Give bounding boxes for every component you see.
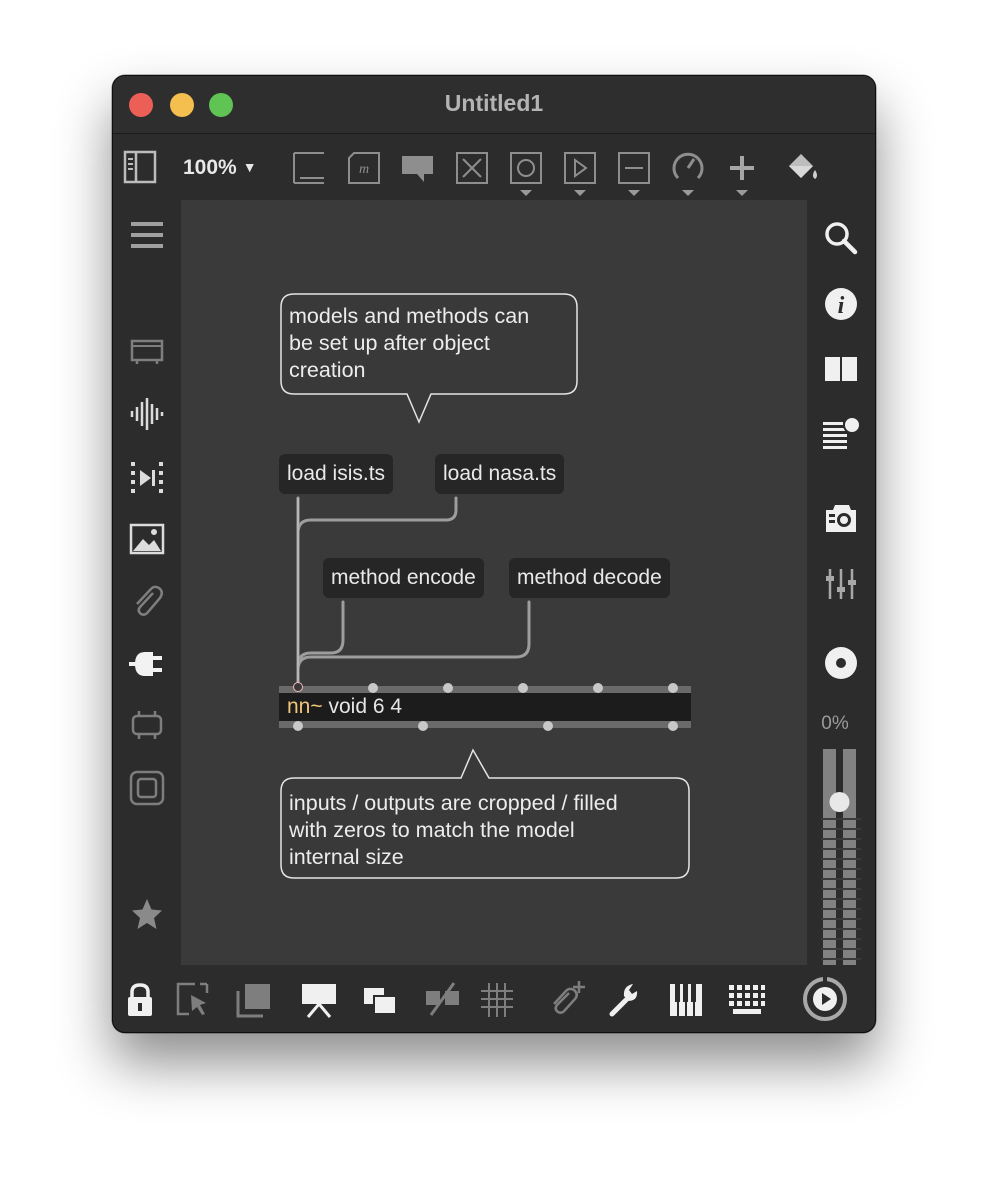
inlet-port[interactable] [668, 683, 678, 693]
add-icon[interactable] [724, 150, 760, 198]
comment-bottom-line-3: internal size [289, 845, 404, 869]
grid-icon[interactable] [479, 981, 515, 1019]
clip-icon[interactable] [129, 584, 165, 620]
inlet-port[interactable] [518, 683, 528, 693]
title-bar: Untitled1 [113, 76, 875, 134]
mixer-icon[interactable] [823, 566, 859, 602]
output-level-meter[interactable] [821, 749, 861, 965]
inlet-port[interactable] [593, 683, 603, 693]
svg-text:i: i [838, 293, 845, 319]
window-title: Untitled1 [444, 90, 544, 116]
play-icon[interactable] [562, 150, 598, 198]
object-icon[interactable] [454, 150, 490, 186]
keyboard-icon[interactable] [727, 981, 767, 1019]
plugin-icon[interactable] [127, 644, 167, 684]
sidebar-toggle-icon[interactable] [123, 150, 157, 184]
outlet-port[interactable] [418, 721, 428, 731]
message-load-isis[interactable]: load isis.ts [279, 454, 394, 494]
comment-top: models and methods can be set up after o… [289, 303, 529, 384]
dsp-icon[interactable] [823, 645, 859, 681]
audio-on-icon[interactable] [801, 975, 849, 1023]
comment-bottom-line-2: with zeros to match the model [289, 818, 575, 842]
gain-slider-knob[interactable] [829, 792, 850, 812]
toolbar: 100% ▼ m [113, 134, 875, 200]
patcher-window: Untitled1 100% ▼ m models and methods ca… [112, 75, 876, 1033]
outlet-port[interactable] [293, 721, 303, 731]
inlet-bar [279, 686, 691, 693]
svg-text:m: m [359, 162, 369, 177]
presentation-icon[interactable] [291, 150, 327, 186]
device-icon[interactable] [129, 708, 165, 742]
level-label: 0% [821, 713, 849, 734]
layers-icon[interactable] [235, 981, 273, 1019]
message-method-decode[interactable]: method decode [509, 558, 670, 598]
frame-icon[interactable] [129, 770, 165, 806]
snapshot-icon[interactable] [823, 500, 859, 536]
favorites-icon[interactable] [129, 896, 165, 932]
object-args: void 6 4 [328, 695, 403, 718]
reference-icon[interactable] [823, 352, 859, 386]
comment-icon[interactable] [400, 152, 436, 186]
comment-top-line-3: creation [289, 358, 366, 382]
message-icon[interactable]: m [346, 150, 382, 186]
audio-icon[interactable] [129, 396, 165, 432]
outlet-bar [279, 721, 691, 728]
select-icon[interactable] [175, 981, 213, 1019]
search-icon[interactable] [823, 220, 859, 256]
image-icon[interactable] [129, 522, 165, 558]
object-text: nn~ void 6 4 [287, 695, 402, 719]
inlet-port[interactable] [443, 683, 453, 693]
number-icon[interactable] [616, 150, 652, 198]
dial-icon[interactable] [670, 150, 706, 198]
attach-icon[interactable] [547, 979, 587, 1019]
menu-icon[interactable] [129, 218, 165, 252]
nn-object[interactable]: nn~ void 6 4 [279, 682, 691, 731]
browser-icon[interactable] [129, 336, 165, 366]
inlet-port[interactable] [293, 682, 303, 692]
outlet-port[interactable] [668, 721, 678, 731]
right-sidebar: i 0% [807, 200, 875, 965]
lock-icon[interactable] [123, 981, 157, 1019]
zoom-label: 100% [183, 156, 237, 179]
bottom-toolbar [113, 965, 875, 1032]
wrench-icon[interactable] [607, 981, 645, 1019]
object-name: nn~ [287, 695, 323, 718]
toggle-icon[interactable] [508, 150, 544, 198]
message-load-nasa[interactable]: load nasa.ts [435, 454, 565, 494]
comment-bottom: inputs / outputs are cropped / filled wi… [289, 790, 618, 871]
video-icon[interactable] [129, 460, 165, 496]
patch-cords-hidden-icon[interactable] [423, 981, 463, 1019]
outlet-port[interactable] [543, 721, 553, 731]
windows-icon[interactable] [361, 981, 401, 1019]
zoom-menu[interactable]: 100% ▼ [183, 156, 257, 180]
patcher-canvas[interactable]: models and methods can be set up after o… [181, 200, 807, 965]
left-sidebar [113, 200, 181, 965]
console-list-icon[interactable] [821, 414, 861, 454]
piano-icon[interactable] [667, 981, 705, 1019]
comment-top-line-1: models and methods can [289, 304, 530, 328]
paint-bucket-icon[interactable] [783, 148, 823, 186]
comment-bottom-line-1: inputs / outputs are cropped / filled [289, 791, 618, 815]
comment-top-line-2: be set up after object [289, 331, 490, 355]
chevron-down-icon: ▼ [242, 159, 257, 175]
info-icon[interactable]: i [823, 286, 859, 322]
message-method-encode[interactable]: method encode [323, 558, 484, 598]
presentation-mode-icon[interactable] [299, 981, 339, 1019]
inlet-port[interactable] [368, 683, 378, 693]
